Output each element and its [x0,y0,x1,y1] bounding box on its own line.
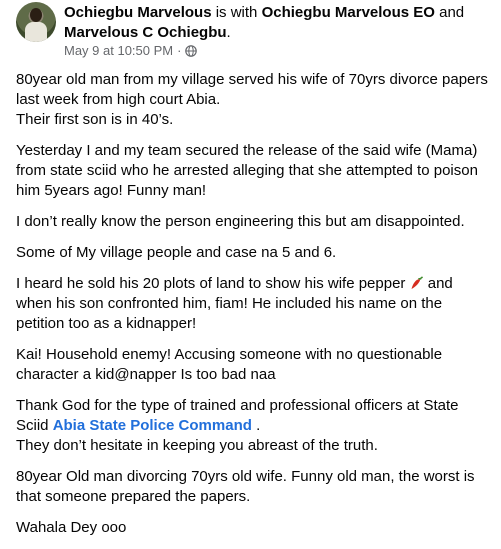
meta-separator: · [177,43,182,58]
globe-icon[interactable] [185,44,198,57]
tagged-user-2-link[interactable]: Marvelous C Ochiegbu [64,24,227,41]
abia-state-police-command-link[interactable]: Abia State Police Command [53,417,252,434]
post-paragraph-4: Some of My village people and case na 5 … [16,244,337,261]
facebook-post: Ochiegbu Marvelous is with Ochiegbu Marv… [0,0,501,536]
post-paragraph-2: Yesterday I and my team secured the rele… [16,142,478,199]
period-text: . [226,24,231,41]
paragraph-7-text-b: . [251,417,261,434]
post-body: 80year old man from my village served hi… [16,70,489,549]
paragraph-5-text-a: I heard he sold his 20 plots of land to … [16,275,410,292]
author-name-link[interactable]: Ochiegbu Marvelous [64,4,212,21]
tagged-user-1-link[interactable]: Ochiegbu Marvelous EO [262,4,435,21]
post-paragraph-5: I heard he sold his 20 plots of land to … [16,274,489,334]
post-paragraph-6: Kai! Household enemy! Accusing someone w… [16,346,443,383]
chili-pepper-icon [411,276,423,289]
paragraph-7-text-c: They don’t hesitate in keeping you abrea… [16,437,378,454]
post-paragraph-3: I don’t really know the person engineeri… [16,213,465,230]
post-paragraph-7: Thank God for the type of trained and pr… [16,396,489,456]
post-paragraph-1: 80year old man from my village served hi… [16,71,488,128]
with-text: is with [211,4,262,21]
post-timestamp-link[interactable]: May 9 at 10:50 PM [64,43,173,58]
and-text: and [434,4,465,21]
post-attribution: Ochiegbu Marvelous is with Ochiegbu Marv… [64,3,493,43]
post-header: Ochiegbu Marvelous is with Ochiegbu Marv… [16,2,493,62]
post-paragraph-9: Wahala Dey ooo [16,519,127,536]
post-meta: May 9 at 10:50 PM · [64,43,198,58]
post-paragraph-8: 80year Old man divorcing 70yrs old wife.… [16,468,475,505]
author-avatar[interactable] [16,2,56,42]
